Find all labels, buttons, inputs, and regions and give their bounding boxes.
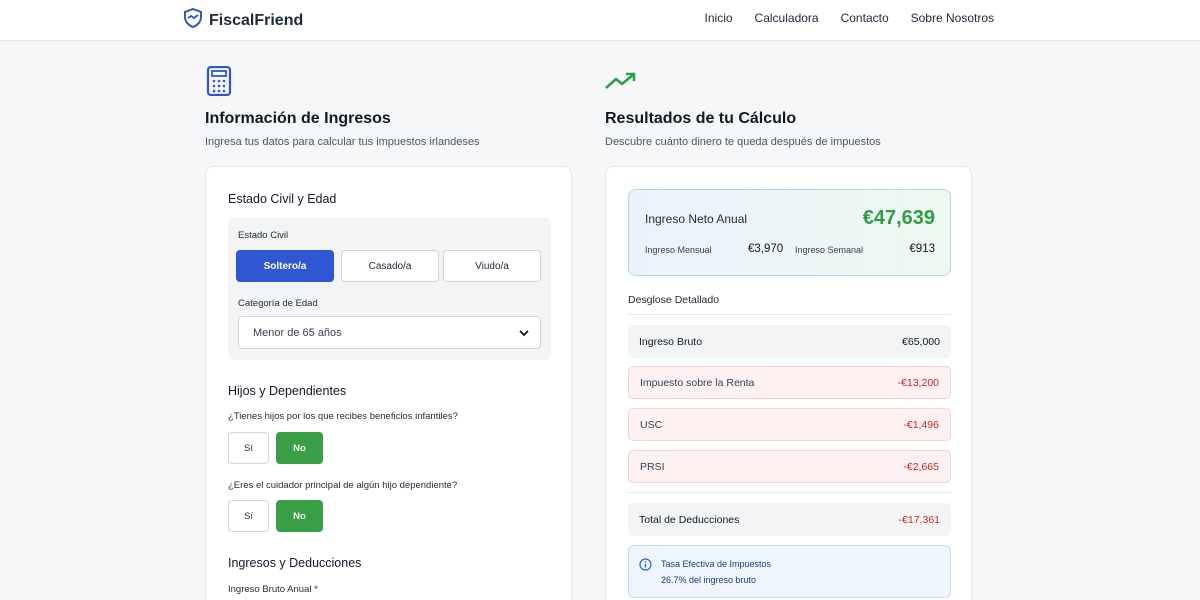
marital-label: Estado Civil — [238, 230, 289, 241]
trending-up-icon — [605, 66, 972, 96]
breakdown-title: Desglose Detallado — [628, 294, 720, 306]
income-form-card: Estado Civil y Edad Estado Civil Soltero… — [205, 166, 572, 600]
row-value: -€13,200 — [897, 376, 939, 389]
top-navbar: FiscalFriend Inicio Calculadora Contacto… — [0, 0, 1200, 41]
income-section: Información de Ingresos Ingresa tus dato… — [205, 66, 572, 600]
row-value: €65,000 — [902, 335, 940, 348]
primary-carer-question: ¿Eres el cuidador principal de algún hij… — [228, 480, 458, 491]
effective-rate-title: Tasa Efectiva de Impuestos — [661, 559, 772, 569]
row-value: -€1,496 — [903, 418, 939, 431]
children-benefit-yes-button[interactable]: Sí — [228, 432, 269, 464]
children-benefit-question: ¿Tienes hijos por los que recibes benefi… — [228, 411, 458, 422]
weekly-income-label: Ingreso Semanal — [795, 245, 864, 255]
calculator-icon — [205, 66, 572, 96]
marital-option-soltero[interactable]: Soltero/a — [236, 250, 334, 282]
marital-section-title: Estado Civil y Edad — [228, 192, 337, 206]
income-title: Información de Ingresos — [205, 110, 391, 127]
nav-link-calculadora[interactable]: Calculadora — [755, 11, 819, 25]
monthly-income-label: Ingreso Mensual — [645, 245, 712, 255]
breakdown-row-prsi: PRSI -€2,665 — [628, 450, 951, 483]
monthly-income-value: €3,970 — [748, 243, 784, 255]
breakdown-row-gross: Ingreso Bruto €65,000 — [628, 325, 951, 358]
marital-option-viudo[interactable]: Viudo/a — [443, 250, 541, 282]
row-value: -€2,665 — [903, 460, 939, 473]
total-label: Total de Deducciones — [639, 513, 740, 526]
breakdown-row-usc: USC -€1,496 — [628, 408, 951, 441]
income-deductions-title: Ingresos y Deducciones — [228, 556, 362, 570]
results-title: Resultados de tu Cálculo — [605, 110, 797, 127]
children-benefit-no-button[interactable]: No — [276, 432, 323, 464]
brand-name: FiscalFriend — [209, 11, 304, 29]
total-value: -€17,361 — [898, 513, 940, 526]
results-section: Resultados de tu Cálculo Descubre cuánto… — [605, 66, 972, 600]
age-label: Categoría de Edad — [238, 298, 318, 309]
nav-links: Inicio Calculadora Contacto Sobre Nosotr… — [705, 11, 994, 25]
effective-rate-value: 26.7% del ingreso bruto — [661, 575, 757, 585]
net-income-label: Ingreso Neto Anual — [645, 212, 748, 226]
children-section-title: Hijos y Dependientes — [228, 384, 347, 398]
brand-logo[interactable]: FiscalFriend — [183, 7, 304, 33]
breakdown-row-income-tax: Impuesto sobre la Renta -€13,200 — [628, 366, 951, 399]
effective-rate-box: Tasa Efectiva de Impuestos 26.7% del ing… — [628, 545, 951, 598]
income-subtitle: Ingresa tus datos para calcular tus impu… — [205, 136, 480, 148]
age-category-value: Menor de 65 años — [253, 326, 342, 339]
net-income-summary: Ingreso Neto Anual €47,639 Ingreso Mensu… — [628, 189, 951, 276]
row-label: Impuesto sobre la Renta — [640, 376, 755, 389]
row-label: PRSI — [640, 460, 665, 473]
nav-link-contacto[interactable]: Contacto — [841, 11, 889, 25]
primary-carer-yes-button[interactable]: Sí — [228, 500, 269, 532]
handshake-shield-icon — [183, 7, 203, 33]
breakdown-row-total: Total de Deducciones -€17,361 — [628, 503, 951, 536]
net-income-value: €47,639 — [862, 207, 935, 229]
chevron-down-icon — [518, 327, 530, 342]
results-subtitle: Descubre cuánto dinero te queda después … — [605, 136, 881, 148]
results-card: Ingreso Neto Anual €47,639 Ingreso Mensu… — [605, 166, 972, 600]
info-icon — [639, 558, 652, 576]
breakdown-divider — [628, 314, 951, 315]
weekly-income-value: €913 — [909, 243, 935, 255]
age-category-select[interactable]: Menor de 65 años — [238, 316, 541, 349]
marital-age-box: Estado Civil Soltero/a Casado/a Viudo/a … — [228, 218, 551, 360]
row-label: Ingreso Bruto — [639, 335, 703, 348]
total-divider — [628, 492, 951, 493]
nav-link-inicio[interactable]: Inicio — [705, 11, 733, 25]
row-label: USC — [640, 418, 663, 431]
gross-income-label: Ingreso Bruto Anual * — [228, 584, 318, 595]
primary-carer-no-button[interactable]: No — [276, 500, 323, 532]
marital-option-casado[interactable]: Casado/a — [341, 250, 439, 282]
nav-link-sobre-nosotros[interactable]: Sobre Nosotros — [911, 11, 994, 25]
